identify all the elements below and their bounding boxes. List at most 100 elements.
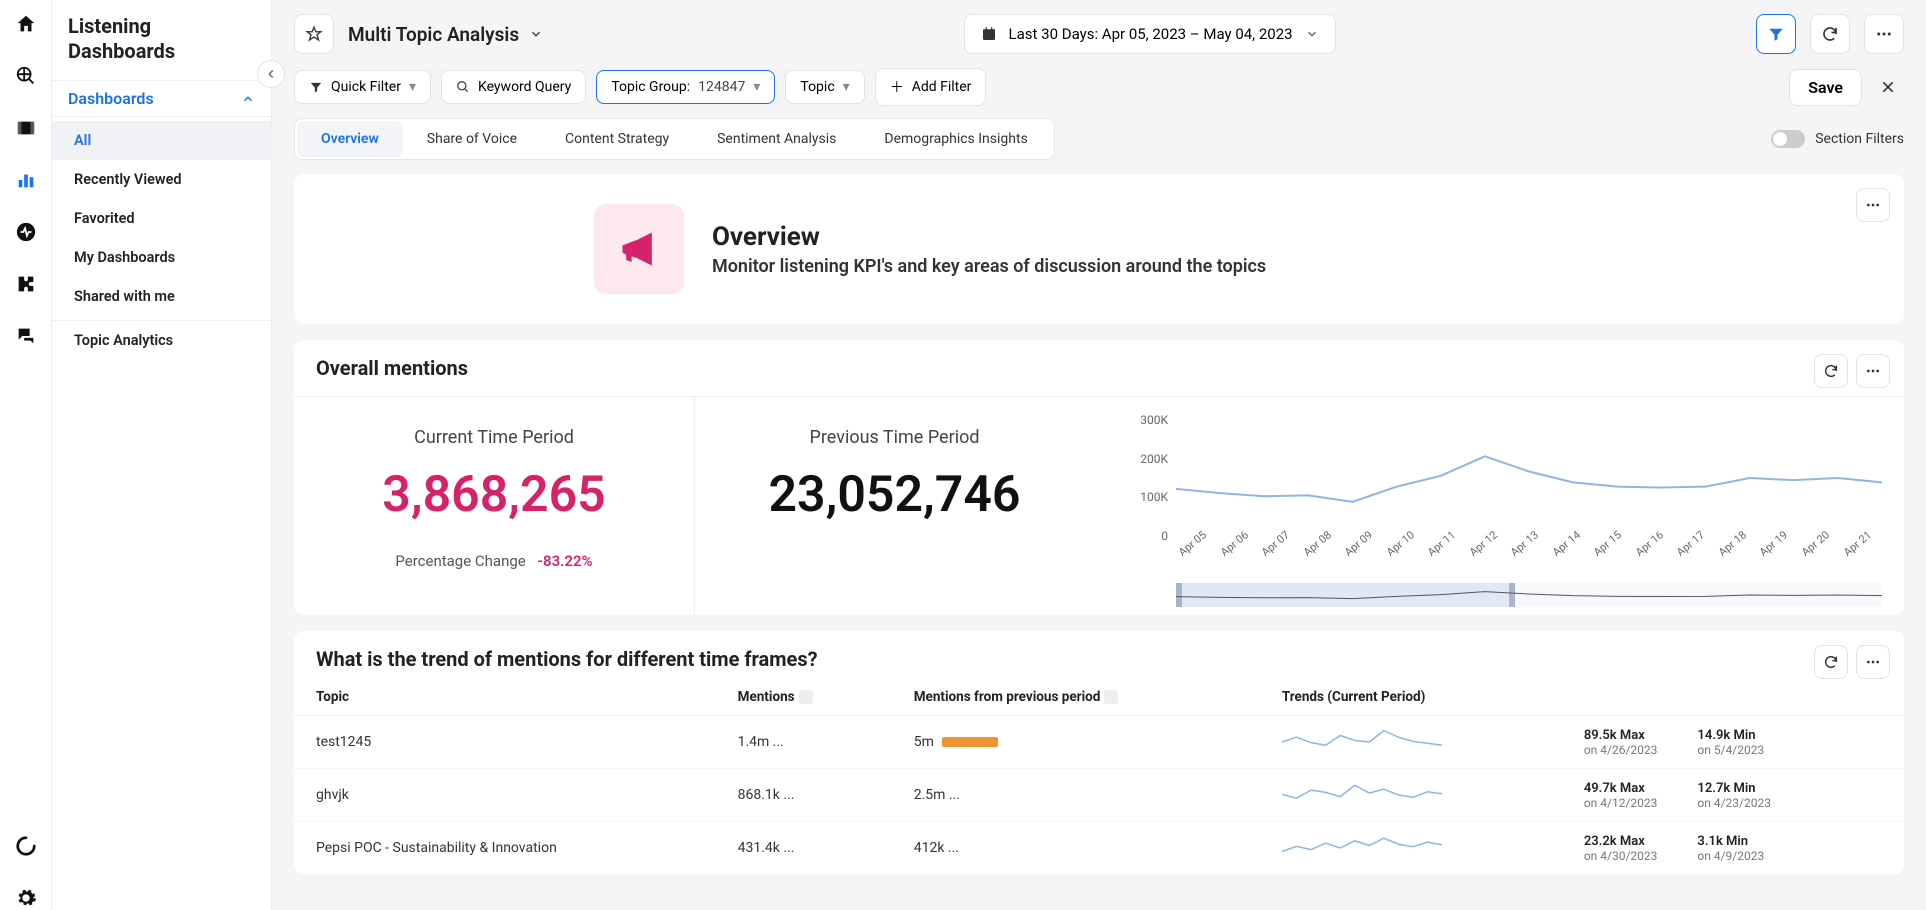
card-title: What is the trend of mentions for differ… [294,631,1904,679]
collapse-sidebar-icon[interactable] [257,60,285,88]
cell-mentions: 431.4k ... [716,822,892,875]
film-icon[interactable] [14,116,38,140]
sidebar-section-dashboards[interactable]: Dashboards [52,80,271,117]
cell-maxmin: 89.5k Maxon 4/26/202314.9k Minon 5/4/202… [1562,716,1904,769]
col-topic[interactable]: Topic [294,679,716,716]
mentions-chart: 300K200K100K0 Apr 05Apr 06Apr 07Apr 08Ap… [1094,397,1904,615]
sort-icon [1104,690,1118,704]
sidebar-item-all[interactable]: All [52,121,271,160]
cell-mentions: 1.4m ... [716,716,892,769]
chevron-up-icon [241,92,255,106]
chart-brush[interactable] [1176,583,1882,607]
quick-filter-icon [309,80,323,94]
toggle-icon[interactable] [1771,130,1805,148]
card-more-button[interactable] [1856,354,1890,388]
analytics-icon[interactable] [14,168,38,192]
topic-group-pill[interactable]: Topic Group: 124847 ▾ [596,70,775,104]
keyword-query-pill[interactable]: Keyword Query [441,70,586,104]
trend-card: What is the trend of mentions for differ… [294,631,1904,875]
tabs-row: Overview Share of Voice Content Strategy… [272,118,1926,174]
tabs: Overview Share of Voice Content Strategy… [294,118,1055,160]
card-more-button[interactable] [1856,188,1890,222]
table-row[interactable]: Pepsi POC - Sustainability & Innovation4… [294,822,1904,875]
close-filters-icon[interactable] [1872,71,1904,103]
icon-rail [0,0,52,910]
home-icon[interactable] [14,12,38,36]
chart-x-axis: Apr 05Apr 06Apr 07Apr 08Apr 09Apr 10Apr … [1176,543,1882,573]
main: Multi Topic Analysis Last 30 Days: Apr 0… [272,0,1926,910]
cell-spark [1260,716,1562,769]
filters-row: Quick Filter ▾ Keyword Query Topic Group… [272,68,1926,118]
pulse-icon[interactable] [14,220,38,244]
sidebar-item-shared-with-me[interactable]: Shared with me [52,277,271,316]
cell-maxmin: 23.2k Maxon 4/30/20233.1k Minon 4/9/2023 [1562,822,1904,875]
date-range-picker[interactable]: Last 30 Days: Apr 05, 2023 – May 04, 202… [964,14,1336,54]
tab-content-strategy[interactable]: Content Strategy [541,121,693,157]
globe-search-icon[interactable] [14,64,38,88]
tab-share-of-voice[interactable]: Share of Voice [403,121,541,157]
overview-subtitle: Monitor listening KPI's and key areas of… [712,256,1266,277]
app-title: Listening Dashboards [52,14,271,80]
cell-topic: test1245 [294,716,716,769]
plus-icon: ＋ [890,77,904,97]
section-filters-toggle[interactable]: Section Filters [1771,130,1904,148]
tab-sentiment-analysis[interactable]: Sentiment Analysis [693,121,860,157]
chevron-down-icon: ▾ [843,79,850,95]
quick-filter-pill[interactable]: Quick Filter ▾ [294,70,431,104]
sort-icon [799,690,813,704]
sidebar-items: All Recently Viewed Favorited My Dashboa… [52,117,271,320]
puzzle-icon[interactable] [14,272,38,296]
sidebar-item-topic-analytics[interactable]: Topic Analytics [52,320,271,360]
sidebar-item-favorited[interactable]: Favorited [52,199,271,238]
sidebar: Listening Dashboards Dashboards All Rece… [52,0,272,910]
megaphone-icon [594,204,684,294]
cell-maxmin: 49.7k Maxon 4/12/202312.7k Minon 4/23/20… [1562,769,1904,822]
chat-icon[interactable] [14,324,38,348]
search-icon [456,80,470,94]
cell-prev: 5m [892,716,1260,769]
tab-demographics-insights[interactable]: Demographics Insights [860,121,1051,157]
overview-title: Overview [712,222,1266,252]
add-filter-button[interactable]: ＋ Add Filter [875,68,987,106]
refresh-button[interactable] [1810,14,1850,54]
overall-mentions-card: Overall mentions Current Time Period 3,8… [294,340,1904,615]
trend-table: Topic Mentions Mentions from previous pe… [294,679,1904,875]
cell-mentions: 868.1k ... [716,769,892,822]
card-refresh-button[interactable] [1814,645,1848,679]
table-row[interactable]: ghvjk868.1k ...2.5m ... 49.7k Maxon 4/12/… [294,769,1904,822]
dashboard-title-dropdown[interactable]: Multi Topic Analysis [348,23,543,46]
chevron-down-icon [529,27,543,41]
cell-spark [1260,822,1562,875]
cell-prev: 2.5m ... [892,769,1260,822]
table-row[interactable]: test12451.4m ...5m 89.5k Maxon 4/26/20231… [294,716,1904,769]
calendar-icon [981,26,997,42]
sidebar-item-recently-viewed[interactable]: Recently Viewed [52,160,271,199]
col-prev-mentions[interactable]: Mentions from previous period [892,679,1260,716]
chevron-down-icon [1305,27,1319,41]
more-menu-button[interactable] [1864,14,1904,54]
cell-prev: 412k ... [892,822,1260,875]
chevron-down-icon: ▾ [753,79,760,95]
chart-plot [1176,413,1882,543]
col-trends[interactable]: Trends (Current Period) [1260,679,1904,716]
settings-icon[interactable] [14,886,38,910]
sidebar-item-my-dashboards[interactable]: My Dashboards [52,238,271,277]
cell-topic: ghvjk [294,769,716,822]
save-button[interactable]: Save [1789,69,1862,106]
chevron-down-icon: ▾ [409,79,416,95]
chart-y-axis: 300K200K100K0 [1116,413,1176,543]
topic-pill[interactable]: Topic ▾ [785,70,864,104]
filter-button[interactable] [1756,14,1796,54]
tab-overview[interactable]: Overview [297,121,403,157]
col-mentions[interactable]: Mentions [716,679,892,716]
overview-card: Overview Monitor listening KPI's and key… [294,174,1904,324]
cell-spark [1260,769,1562,822]
current-period-metric: Current Time Period 3,868,265 Percentage… [294,397,694,615]
previous-period-metric: Previous Time Period 23,052,746 [694,397,1094,615]
card-title: Overall mentions [294,340,1904,396]
cell-topic: Pepsi POC - Sustainability & Innovation [294,822,716,875]
card-refresh-button[interactable] [1814,354,1848,388]
favorite-star-button[interactable] [294,14,334,54]
card-more-button[interactable] [1856,645,1890,679]
loading-icon[interactable] [14,834,38,858]
